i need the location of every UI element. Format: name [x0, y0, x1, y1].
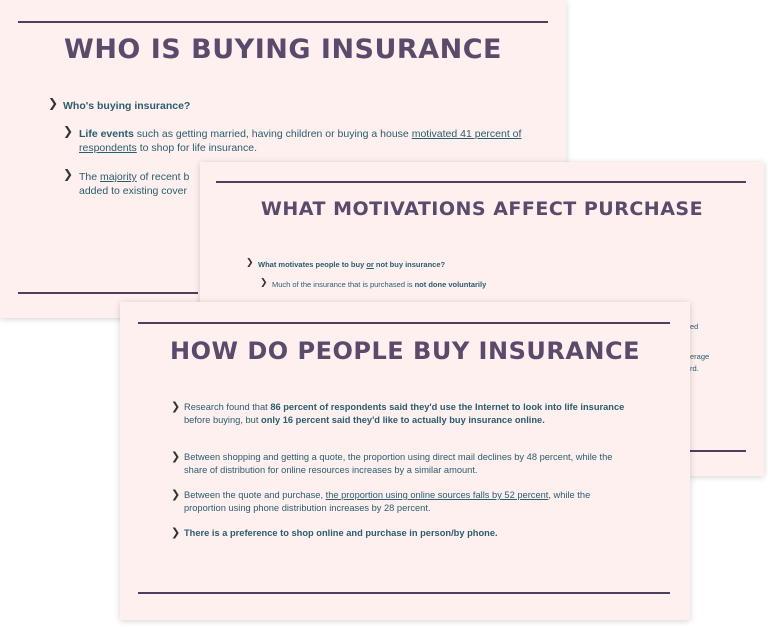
bottom-rule — [138, 592, 670, 594]
top-rule — [18, 21, 548, 23]
chevron-right-icon: ❯ — [171, 400, 181, 413]
chevron-right-icon: ❯ — [171, 526, 181, 539]
chevron-right-icon: ❯ — [63, 124, 74, 138]
text-fragment: rd. — [690, 364, 699, 373]
chevron-right-icon: ❯ — [63, 167, 74, 181]
bullet-not-voluntary: Much of the insurance that is purchased … — [272, 280, 487, 289]
bullet-heading: Who's buying insurance? — [63, 100, 191, 112]
bullet-research: Research found that 86 percent of respon… — [184, 402, 625, 425]
slide-how-people-buy[interactable]: HOW DO PEOPLE BUY INSURANCE ❯ Research f… — [120, 302, 690, 620]
bullet-quote-purchase: Between the quote and purchase, the prop… — [184, 490, 591, 513]
slide-title: HOW DO PEOPLE BUY INSURANCE — [170, 337, 640, 365]
chevron-right-icon: ❯ — [48, 96, 59, 110]
bullet-life-events: Life events such as getting married, hav… — [79, 128, 522, 155]
top-rule — [138, 322, 670, 324]
bullet-shopping-quote: Between shopping and getting a quote, th… — [184, 452, 613, 475]
chevron-right-icon: ❯ — [171, 488, 181, 501]
bullet-question: What motivates people to buy or not buy … — [258, 260, 446, 269]
text-fragment: ed — [690, 322, 699, 331]
slide-title: WHAT MOTIVATIONS AFFECT PURCHASE — [260, 198, 704, 220]
top-rule — [216, 181, 746, 183]
chevron-right-icon: ❯ — [246, 258, 254, 268]
bottom-rule — [18, 292, 198, 294]
bullet-majority: The majority of recent b added to existi… — [79, 171, 190, 198]
bullet-preference: There is a preference to shop online and… — [184, 528, 498, 538]
text-fragment: erage — [690, 352, 710, 361]
slide-title: WHO IS BUYING INSURANCE — [64, 34, 502, 65]
chevron-right-icon: ❯ — [260, 278, 268, 288]
bottom-rule — [690, 450, 746, 452]
chevron-right-icon: ❯ — [171, 450, 181, 463]
